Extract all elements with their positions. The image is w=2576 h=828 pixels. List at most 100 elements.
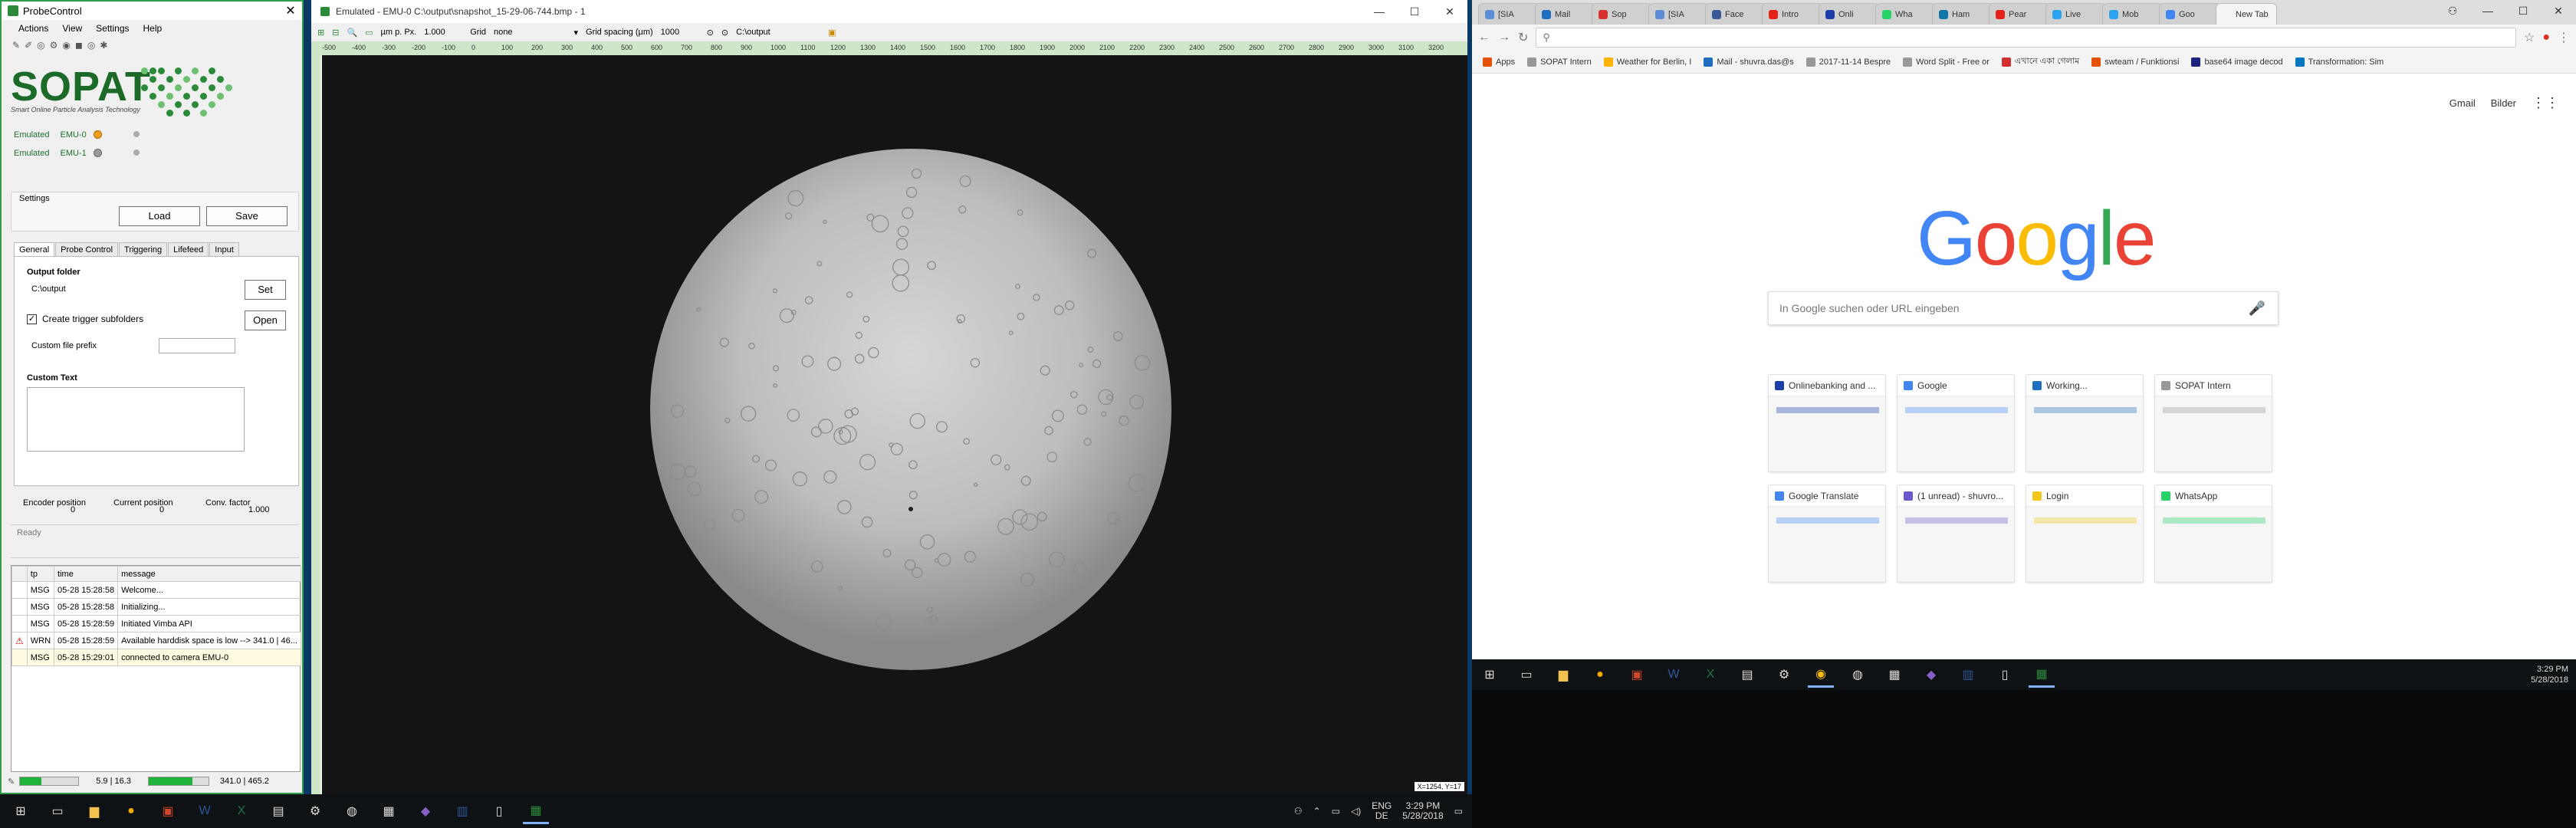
menu-view[interactable]: View: [62, 23, 82, 34]
language-indicator[interactable]: ENG DE: [1372, 801, 1392, 821]
emulated-titlebar[interactable]: Emulated - EMU-0 C:\output\snapshot_15-2…: [311, 0, 1467, 23]
project-icon[interactable]: ▥: [449, 798, 475, 824]
rdp-icon[interactable]: ◍: [1845, 662, 1871, 688]
most-visited-tile[interactable]: (1 unread) - shuvro...: [1897, 485, 2015, 583]
grid-select[interactable]: none ▾: [494, 28, 578, 38]
record-icon[interactable]: ◉: [62, 40, 70, 51]
outlook-icon[interactable]: ●: [1587, 662, 1613, 688]
powerpoint-icon[interactable]: ▣: [155, 798, 181, 824]
tab-probe-control[interactable]: Probe Control: [55, 242, 119, 257]
pencil-icon[interactable]: ✎: [12, 40, 20, 51]
forward-icon[interactable]: →: [1498, 31, 1510, 44]
notification-icon[interactable]: ▭: [1454, 806, 1463, 816]
browser-tab[interactable]: [SIA: [1478, 3, 1539, 25]
probecontrol-icon[interactable]: ▦: [2029, 662, 2055, 688]
most-visited-tile[interactable]: Google: [1897, 374, 2015, 472]
browser-tab[interactable]: Intro: [1762, 3, 1823, 25]
radio-icon[interactable]: ◎: [37, 40, 44, 51]
grid-spacing-input[interactable]: 1000: [661, 28, 699, 37]
most-visited-tile[interactable]: WhatsApp: [2154, 485, 2272, 583]
unit-input[interactable]: 1.000: [424, 28, 462, 37]
most-visited-tile[interactable]: SOPAT Intern: [2154, 374, 2272, 472]
windows-icon[interactable]: ⊞: [8, 798, 34, 824]
minimize-icon[interactable]: —: [2470, 0, 2505, 21]
zoom-icon[interactable]: 🔍: [347, 28, 357, 38]
menu-settings[interactable]: Settings: [96, 23, 129, 34]
bookmark-item[interactable]: Weather for Berlin, I: [1603, 57, 1691, 67]
ruler-icon[interactable]: ▭: [365, 28, 373, 38]
device-row-emu0[interactable]: Emulated EMU-0: [14, 130, 87, 140]
tab-lifefeed[interactable]: Lifefeed: [168, 242, 209, 257]
excel-icon[interactable]: X: [228, 798, 255, 824]
menu-help[interactable]: Help: [143, 23, 163, 34]
settings-icon[interactable]: ⚙: [302, 798, 328, 824]
clock[interactable]: 3:29 PM 5/28/2018: [1402, 801, 1443, 821]
browser-tab[interactable]: Live: [2045, 3, 2107, 25]
emulated-camera-window[interactable]: Emulated - EMU-0 C:\output\snapshot_15-2…: [311, 0, 1467, 794]
fit-icon[interactable]: ⊞: [317, 28, 324, 38]
bookmark-item[interactable]: base64 image decod: [2191, 57, 2283, 67]
cmd-icon[interactable]: ▤: [265, 798, 291, 824]
browser-tab[interactable]: Wha: [1875, 3, 1937, 25]
custom-text-area[interactable]: [27, 387, 245, 452]
cmd-icon[interactable]: ▤: [1734, 662, 1760, 688]
trigger-subfolders-checkbox[interactable]: ✓: [27, 314, 37, 324]
windows-icon[interactable]: ⊞: [1477, 662, 1503, 688]
browser-tab[interactable]: Mob: [2102, 3, 2164, 25]
task-view-icon[interactable]: ▭: [1513, 662, 1539, 688]
close-icon[interactable]: ✕: [279, 3, 302, 18]
close-icon[interactable]: ✕: [1432, 5, 1467, 18]
gear-icon[interactable]: ⚙: [50, 40, 58, 51]
notepad-icon[interactable]: ▯: [486, 798, 512, 824]
chevron-up-icon[interactable]: ⌃: [1313, 806, 1321, 816]
bookmark-item[interactable]: এখানে একা গেলাম: [2001, 54, 2079, 69]
close-icon[interactable]: ✕: [2541, 0, 2576, 21]
word-icon[interactable]: W: [1661, 662, 1687, 688]
images-link[interactable]: Bilder: [2491, 97, 2516, 109]
powerpoint-icon[interactable]: ▣: [1624, 662, 1650, 688]
maximize-icon[interactable]: ☐: [1397, 5, 1432, 18]
visual-studio-icon[interactable]: ◆: [412, 798, 439, 824]
search-box[interactable]: In Google suchen oder URL eingeben 🎤: [1768, 291, 2279, 325]
reload-icon[interactable]: ↻: [1518, 30, 1528, 45]
folder-icon[interactable]: ▣: [828, 28, 836, 38]
clock[interactable]: 3:29 PM 5/28/2018: [2531, 664, 2568, 685]
play-icon[interactable]: ⊙: [721, 28, 728, 38]
notepad-icon[interactable]: ▯: [1992, 662, 2018, 688]
settings-icon[interactable]: ⚙: [1771, 662, 1797, 688]
word-icon[interactable]: W: [192, 798, 218, 824]
task-view-icon[interactable]: ▭: [44, 798, 71, 824]
table-row[interactable]: MSG 05-28 15:28:58 Welcome...: [12, 581, 301, 599]
chrome-icon[interactable]: ◉: [1808, 662, 1834, 688]
bookmark-item[interactable]: swteam / Funktionsi: [2091, 57, 2179, 67]
grid-tool-icon[interactable]: ⊟: [332, 28, 339, 38]
open-button[interactable]: Open: [245, 310, 286, 330]
minimize-icon[interactable]: —: [1362, 5, 1397, 18]
calculator-icon[interactable]: ▦: [376, 798, 402, 824]
table-row[interactable]: ⚠ WRN 05-28 15:28:59 Available harddisk spa…: [12, 632, 301, 649]
file-explorer-icon[interactable]: ▆: [81, 798, 107, 824]
stop-icon[interactable]: ◼: [75, 40, 83, 51]
menu-icon[interactable]: ⋮: [2558, 30, 2570, 45]
apps-grid-icon[interactable]: ⋮⋮: [2532, 95, 2559, 111]
menu-actions[interactable]: Actions: [18, 23, 48, 34]
volume-icon[interactable]: ◁): [1351, 806, 1361, 816]
project-icon[interactable]: ▥: [1955, 662, 1981, 688]
log-col-message[interactable]: message: [117, 566, 301, 582]
visual-studio-icon[interactable]: ◆: [1918, 662, 1944, 688]
browser-tab[interactable]: Sop: [1592, 3, 1653, 25]
device-row-emu1[interactable]: Emulated EMU-1: [14, 149, 87, 158]
excel-icon[interactable]: X: [1697, 662, 1723, 688]
bookmark-star-icon[interactable]: ☆: [2524, 30, 2535, 45]
profile-icon[interactable]: ⚇: [2435, 0, 2470, 21]
bookmark-item[interactable]: Word Split - Free or: [1903, 57, 1990, 67]
log-table[interactable]: tp time message MSG 05-28 15:28:58 Welcome…: [11, 565, 301, 772]
outlook-icon[interactable]: ●: [118, 798, 144, 824]
browser-tab[interactable]: Onli: [1819, 3, 1880, 25]
file-explorer-icon[interactable]: ▆: [1550, 662, 1576, 688]
calculator-icon[interactable]: ▦: [1881, 662, 1907, 688]
browser-tab[interactable]: Mail: [1535, 3, 1596, 25]
microphone-icon[interactable]: 🎤: [2249, 301, 2266, 317]
probecontrol-titlebar[interactable]: ProbeControl ✕: [2, 2, 302, 20]
browser-tab[interactable]: [SIA: [1648, 3, 1710, 25]
